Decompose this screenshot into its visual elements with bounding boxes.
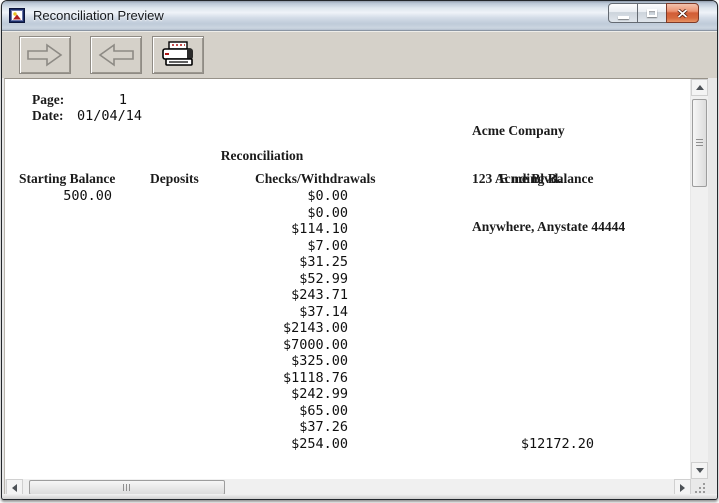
maximize-icon [647,9,657,17]
withdrawal-amount: $0.00 [105,205,348,222]
withdrawal-amount: $37.26 [105,419,348,436]
previous-page-button[interactable] [90,36,142,74]
scroll-down-icon [696,468,704,473]
withdrawal-amount: $1118.76 [105,370,348,387]
withdrawal-amount: $7000.00 [105,337,348,354]
ending-balance-value: $12172.20 [521,436,594,453]
arrow-left-icon [97,42,135,68]
date-value: 01/04/14 [77,108,142,124]
page-label: Page: [32,92,64,108]
caption-buttons [609,3,699,23]
maximize-button[interactable] [637,3,667,23]
withdrawal-amount: $2143.00 [105,320,348,337]
scroll-up-icon [696,85,704,90]
window-bottom-frame [2,494,717,499]
window-title: Reconciliation Preview [33,8,164,23]
print-button[interactable] [152,36,204,74]
scroll-left-icon [12,484,17,492]
next-page-button[interactable] [19,36,71,74]
withdrawal-amount: $325.00 [105,353,348,370]
printer-icon [159,40,197,70]
arrow-right-icon [26,42,64,68]
preview-content: Page: 1 Date: 01/04/14 Acme Company 123 … [4,78,708,496]
vertical-scrollbar[interactable] [691,79,708,479]
withdrawal-amount: $243.71 [105,287,348,304]
page-value: 1 [77,92,127,108]
scroll-up-button[interactable] [691,79,708,96]
scroll-down-button[interactable] [691,462,708,479]
column-header-checks-withdrawals: Checks/Withdrawals [255,171,376,187]
minimize-button[interactable] [608,3,638,23]
withdrawal-amount: $242.99 [105,386,348,403]
column-header-ending-balance: E nding Balance [499,171,594,187]
thumb-grip-icon [696,139,703,147]
company-name: Acme Company [472,123,625,139]
reconciliation-preview-window: Reconciliation Preview [1,0,718,500]
minimize-icon [618,16,629,19]
withdrawal-amount: $52.99 [105,271,348,288]
withdrawal-amount: $114.10 [105,221,348,238]
column-header-starting-balance: Starting Balance [19,171,115,187]
vertical-scrollbar-thumb[interactable] [692,99,707,187]
starting-balance-value: 500.00 [5,188,112,205]
toolbar [2,31,717,78]
date-label: Date: [32,108,63,124]
withdrawal-amount: $37.14 [105,304,348,321]
window-icon [9,8,26,24]
withdrawal-amount: $0.00 [105,188,348,205]
report-page: Page: 1 Date: 01/04/14 Acme Company 123 … [5,79,690,479]
scroll-right-icon [680,484,685,492]
withdrawal-amount: $31.25 [105,254,348,271]
titlebar[interactable]: Reconciliation Preview [2,1,717,31]
report-title: Reconciliation [5,148,519,164]
column-header-deposits: Deposits [150,171,199,187]
horizontal-scrollbar-thumb[interactable] [29,480,225,495]
close-button[interactable] [666,3,699,23]
withdrawal-amount: $65.00 [105,403,348,420]
withdrawal-amount: $254.00 [105,436,348,453]
checks-withdrawals-list: $0.00$0.00$114.10$7.00$31.25$52.99$243.7… [105,188,348,452]
resize-grip-icon [696,484,705,493]
thumb-grip-icon [123,484,131,491]
close-icon [677,9,688,18]
report-rows: 500.00 $0.00$0.00$114.10$7.00$31.25$52.9… [5,188,690,452]
withdrawal-amount: $7.00 [105,238,348,255]
